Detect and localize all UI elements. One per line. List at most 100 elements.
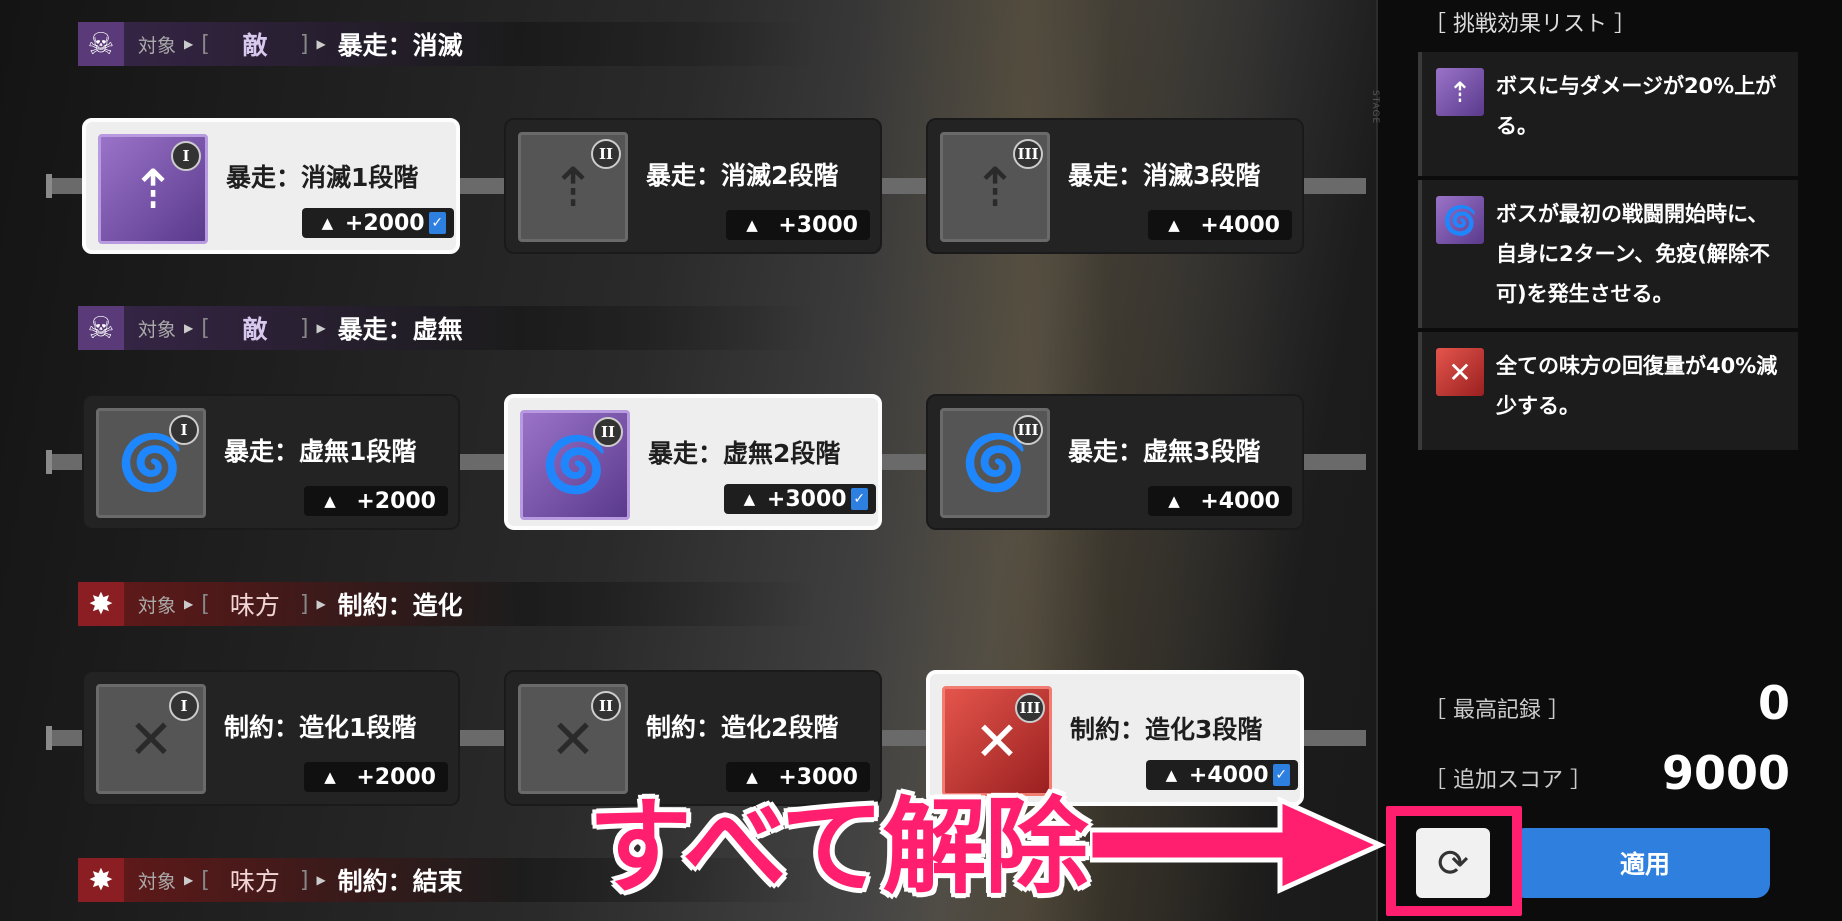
shattered-seal-icon: ✕ xyxy=(1436,348,1484,396)
card-title: 制約：造化2段階 xyxy=(646,713,839,742)
score-pill: ▲ +2000 ✓ xyxy=(302,208,454,238)
score-value: +3000 xyxy=(766,486,847,512)
triangle-up-icon: ▲ xyxy=(324,492,336,510)
vertical-watermark: STAGE xyxy=(1370,90,1380,125)
tier-badge: III xyxy=(1013,415,1043,445)
arrow-right-icon: ▶ xyxy=(316,597,326,611)
best-record-value: 0 xyxy=(1757,676,1790,730)
demon-icon: ☠ xyxy=(78,22,124,66)
score-value: +3000 xyxy=(778,212,858,238)
tier-badge: I xyxy=(171,141,201,171)
card-shoumetsu-1[interactable]: ⇡ I 暴走：消滅1段階 ▲ +2000 ✓ xyxy=(82,118,460,254)
section-header-enemy-shoumetsu: ☠ 対象 ▶ [ 敵 ] ▶ 暴走：消滅 xyxy=(78,22,818,66)
effect-description: ボスに与ダメージが20%上がる。 xyxy=(1496,74,1777,138)
tier-badge: III xyxy=(1013,139,1043,169)
card-title: 暴走：消滅2段階 xyxy=(646,161,839,190)
section-header-ally-zouka: ✸ 対象 ▶ [ 味方 ] ▶ 制約：造化 xyxy=(78,582,818,626)
effect-list-item: 🌀 ボスが最初の戦闘開始時に、自身に2ターン、免疫(解除不可)を発生させる。 xyxy=(1418,180,1798,328)
effect-name: 暴走：消滅 xyxy=(337,31,463,60)
arrow-right-icon: ▶ xyxy=(316,37,326,51)
checkmark-icon: ✓ xyxy=(850,488,868,510)
bonus-score-value: 9000 xyxy=(1661,746,1790,800)
card-kyomu-3[interactable]: 🌀 III 暴走：虚無3段階 ▲ +4000 ✓ xyxy=(926,394,1304,530)
card-kyomu-2[interactable]: 🌀 II 暴走：虚無2段階 ▲ +3000 ✓ xyxy=(504,394,882,530)
target-name: 敵 xyxy=(242,31,268,60)
best-record-label: ［ 最高記録 ］ xyxy=(1424,698,1570,723)
score-pill: ▲ +3000 ✓ xyxy=(724,484,876,514)
card-title: 暴走：虚無1段階 xyxy=(224,437,417,466)
vortex-icon: 🌀 III xyxy=(940,408,1050,518)
score-pill: ▲ +4000 ✓ xyxy=(1148,486,1292,516)
card-kyomu-1[interactable]: 🌀 I 暴走：虚無1段階 ▲ +2000 ✓ xyxy=(82,394,460,530)
triangle-up-icon: ▲ xyxy=(1165,766,1178,784)
tier-badge: II xyxy=(591,691,621,721)
annotation-highlight-box xyxy=(1386,806,1522,916)
checkmark-icon: ✓ xyxy=(1272,764,1290,786)
score-value: +4000 xyxy=(1200,488,1280,514)
claw-slash-icon: ⇡ III xyxy=(940,132,1050,242)
effect-description: 全ての味方の回復量が40%減少する。 xyxy=(1496,354,1778,418)
section-header-enemy-kyomu: ☠ 対象 ▶ [ 敵 ] ▶ 暴走：虚無 xyxy=(78,306,818,350)
starburst-icon: ✸ xyxy=(78,582,124,626)
card-zouka-1[interactable]: ✕ I 制約：造化1段階 ▲ +2000 ✓ xyxy=(82,670,460,806)
bracket-close: ] xyxy=(299,867,309,893)
triangle-up-icon: ▲ xyxy=(321,214,334,232)
arrow-right-icon: ▶ xyxy=(316,873,326,887)
target-label: 対象 xyxy=(138,870,177,893)
score-pill: ▲ +3000 ✓ xyxy=(726,210,870,240)
score-value: +2000 xyxy=(344,210,425,236)
tier-badge: I xyxy=(169,691,199,721)
target-label: 対象 xyxy=(138,594,177,617)
vortex-icon: 🌀 II xyxy=(520,410,630,520)
card-shoumetsu-2[interactable]: ⇡ II 暴走：消滅2段階 ▲ +3000 ✓ xyxy=(504,118,882,254)
bracket-close: ] xyxy=(299,31,309,57)
arrow-right-icon: ▶ xyxy=(184,37,194,51)
annotation-text: すべて解除 xyxy=(588,786,1089,908)
score-pill: ▲ +4000 ✓ xyxy=(1148,210,1292,240)
score-pill: ▲ +4000 ✓ xyxy=(1146,760,1298,790)
triangle-up-icon: ▲ xyxy=(1168,492,1180,510)
starburst-icon: ✸ xyxy=(78,858,124,902)
card-title: 制約：造化3段階 xyxy=(1070,715,1263,744)
card-title: 暴走：虚無2段階 xyxy=(648,439,841,468)
arrow-right-icon: ▶ xyxy=(316,321,326,335)
score-pill: ▲ +2000 ✓ xyxy=(304,486,448,516)
arrow-right-icon: ▶ xyxy=(184,873,194,887)
tier-badge: III xyxy=(1015,693,1045,723)
arrow-right-icon: ▶ xyxy=(184,321,194,335)
card-title: 暴走：虚無3段階 xyxy=(1068,437,1261,466)
bracket-open: [ xyxy=(201,591,210,617)
demon-icon: ☠ xyxy=(78,306,124,350)
vortex-icon: 🌀 xyxy=(1436,196,1484,244)
bracket-open: [ xyxy=(201,867,210,893)
effect-name: 暴走：虚無 xyxy=(337,315,463,344)
arrow-right-icon: ▶ xyxy=(184,597,194,611)
bracket-close: ] xyxy=(299,591,309,617)
effect-description: ボスが最初の戦闘開始時に、自身に2ターン、免疫(解除不可)を発生させる。 xyxy=(1496,202,1770,306)
claw-slash-icon: ⇡ I xyxy=(98,134,208,244)
card-title: 制約：造化1段階 xyxy=(224,713,417,742)
target-label: 対象 xyxy=(138,34,177,57)
bonus-score-label: ［ 追加スコア ］ xyxy=(1424,768,1592,793)
score-value: +2000 xyxy=(356,764,436,790)
tier-badge: II xyxy=(593,417,623,447)
card-title: 暴走：消滅3段階 xyxy=(1068,161,1261,190)
shattered-seal-icon: ✕ I xyxy=(96,684,206,794)
bracket-open: [ xyxy=(201,31,210,57)
effect-list-item: ✕ 全ての味方の回復量が40%減少する。 xyxy=(1418,332,1798,450)
card-shoumetsu-3[interactable]: ⇡ III 暴走：消滅3段階 ▲ +4000 ✓ xyxy=(926,118,1304,254)
score-value: +2000 xyxy=(356,488,436,514)
apply-button[interactable]: 適用 xyxy=(1520,828,1770,898)
effect-list-item: ⇡ ボスに与ダメージが20%上がる。 xyxy=(1418,52,1798,176)
effect-name: 制約：結束 xyxy=(337,867,463,896)
vortex-icon: 🌀 I xyxy=(96,408,206,518)
challenge-effect-panel: ［ 挑戦効果リスト ］ ⇡ ボスに与ダメージが20%上がる。 🌀 ボスが最初の戦… xyxy=(1376,0,1842,921)
bracket-close: ] xyxy=(299,315,309,341)
effect-name: 制約：造化 xyxy=(337,591,463,620)
tier-row-shoumetsu: ⇡ I 暴走：消滅1段階 ▲ +2000 ✓ ⇡ II 暴走：消滅2段階 ▲ +… xyxy=(46,118,1366,254)
annotation-arrow xyxy=(1090,796,1387,894)
triangle-up-icon: ▲ xyxy=(746,216,758,234)
tier-badge: I xyxy=(169,415,199,445)
claw-slash-icon: ⇡ II xyxy=(518,132,628,242)
target-name: 敵 xyxy=(242,315,268,344)
